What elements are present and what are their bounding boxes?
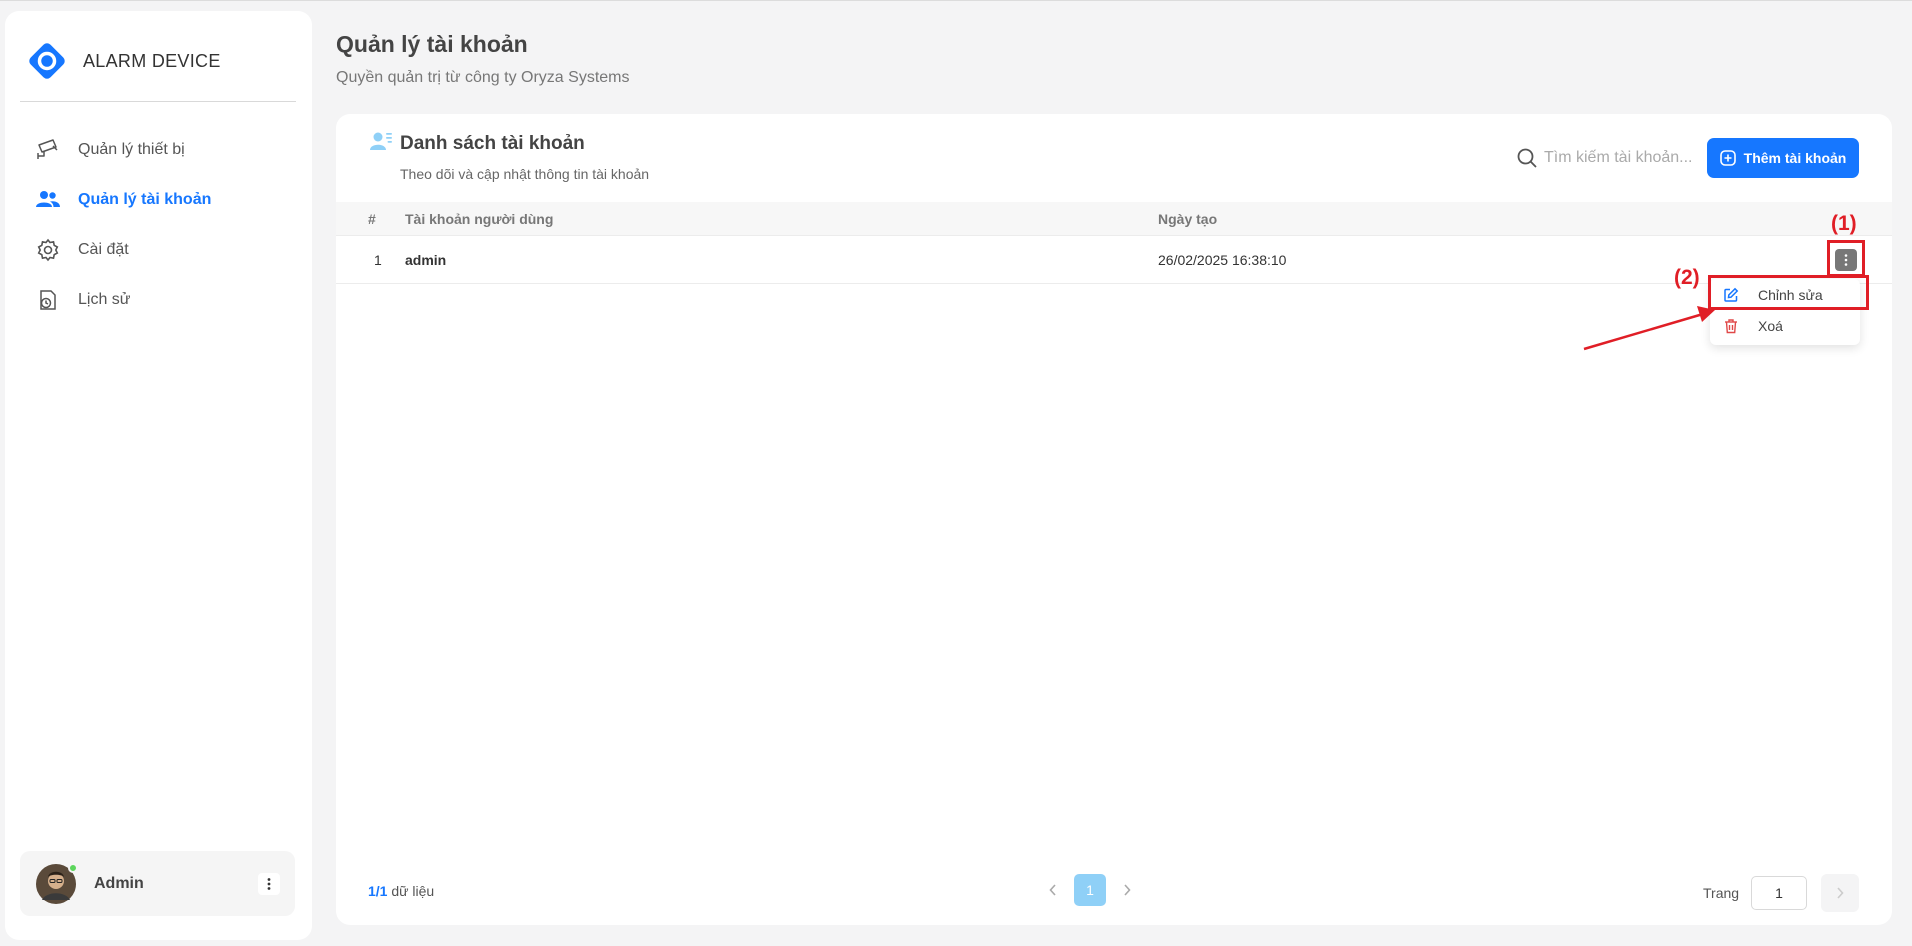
annotation-marker-1: (1)	[1831, 212, 1857, 235]
more-vertical-icon	[1844, 253, 1848, 266]
chevron-right-icon	[1837, 887, 1844, 899]
cctv-camera-icon	[35, 137, 61, 163]
menu-item-delete[interactable]: Xoá	[1710, 310, 1860, 341]
gear-icon	[35, 237, 61, 263]
page-jump: Trang	[1703, 874, 1860, 912]
sidebar-item-settings[interactable]: Cài đặt	[5, 225, 312, 275]
sidebar-item-history[interactable]: Lịch sử	[5, 275, 312, 325]
menu-item-delete-label: Xoá	[1758, 317, 1783, 334]
table-header: # Tài khoản người dùng Ngày tạo	[336, 202, 1892, 236]
users-icon	[35, 187, 61, 213]
add-account-button[interactable]: Thêm tài khoản	[1707, 138, 1859, 178]
record-count: 1/1 dữ liệu	[368, 883, 434, 899]
more-vertical-icon	[267, 877, 271, 890]
sidebar-item-label: Quản lý tài khoản	[78, 191, 212, 208]
sidebar-item-devices[interactable]: Quản lý thiết bị	[5, 125, 312, 175]
avatar	[36, 862, 78, 904]
history-icon	[35, 287, 61, 313]
row-username: admin	[405, 251, 447, 268]
sidebar-item-accounts[interactable]: Quản lý tài khoản	[5, 175, 312, 225]
record-count-suffix: dữ liệu	[391, 883, 435, 899]
page-jump-input[interactable]	[1751, 876, 1808, 910]
column-header-created: Ngày tạo	[1158, 210, 1218, 227]
user-list-icon	[369, 130, 393, 154]
next-page-button[interactable]	[1113, 874, 1141, 906]
page-subtitle: Quyền quản trị từ công ty Oryza Systems	[336, 69, 630, 86]
sidebar-item-label: Quản lý thiết bị	[78, 141, 185, 158]
edit-icon	[1722, 286, 1740, 304]
row-actions-menu: Chỉnh sửa Xoá	[1710, 279, 1860, 345]
page-number-button[interactable]: 1	[1074, 874, 1106, 906]
sidebar-item-label: Lịch sử	[78, 291, 131, 308]
chevron-left-icon	[1049, 884, 1056, 896]
annotation-arrow-icon	[1583, 306, 1715, 351]
search-icon	[1517, 148, 1537, 168]
row-index: 1	[374, 251, 382, 268]
plus-square-icon	[1719, 150, 1736, 166]
annotation-marker-2: (2)	[1674, 266, 1700, 289]
sidebar: ALARM DEVICE Quản lý thiết bị Quản lý tà…	[5, 11, 312, 940]
logo-icon	[29, 43, 65, 79]
user-menu-button[interactable]	[258, 872, 280, 895]
sidebar-divider	[20, 101, 296, 102]
trash-icon	[1722, 317, 1740, 335]
page-jump-next-button[interactable]	[1821, 874, 1860, 912]
sidebar-nav: Quản lý thiết bị Quản lý tài khoản Cài đ…	[5, 125, 312, 325]
card-title: Danh sách tài khoản	[400, 133, 585, 154]
user-name: Admin	[94, 874, 144, 892]
menu-item-edit-label: Chỉnh sửa	[1758, 286, 1823, 303]
page-title: Quản lý tài khoản	[336, 31, 528, 57]
accounts-table: # Tài khoản người dùng Ngày tạo 1 admin …	[336, 202, 1892, 284]
row-created-date: 26/02/2025 16:38:10	[1158, 251, 1287, 268]
page-jump-label: Trang	[1703, 885, 1740, 901]
column-header-index: #	[368, 210, 376, 227]
user-card[interactable]: Admin	[20, 851, 295, 916]
app-logo[interactable]: ALARM DEVICE	[25, 39, 221, 83]
record-count-value: 1/1	[368, 883, 388, 899]
online-status-dot	[68, 862, 78, 873]
accounts-card: Danh sách tài khoản Theo dõi và cập nhật…	[336, 114, 1892, 925]
card-subtitle: Theo dõi và cập nhật thông tin tài khoản	[400, 166, 650, 182]
pagination: 1	[1039, 874, 1141, 906]
menu-item-edit[interactable]: Chỉnh sửa	[1710, 279, 1860, 310]
sidebar-item-label: Cài đặt	[78, 241, 129, 258]
app-name: ALARM DEVICE	[83, 50, 221, 71]
search-input[interactable]	[1544, 149, 1694, 167]
column-header-username: Tài khoản người dùng	[405, 210, 554, 227]
row-actions-button[interactable]	[1835, 248, 1857, 271]
add-account-label: Thêm tài khoản	[1743, 150, 1847, 166]
prev-page-button[interactable]	[1039, 874, 1067, 906]
search-box	[1516, 147, 1694, 169]
chevron-right-icon	[1124, 884, 1131, 896]
table-row[interactable]: 1 admin 26/02/2025 16:38:10	[336, 236, 1892, 284]
